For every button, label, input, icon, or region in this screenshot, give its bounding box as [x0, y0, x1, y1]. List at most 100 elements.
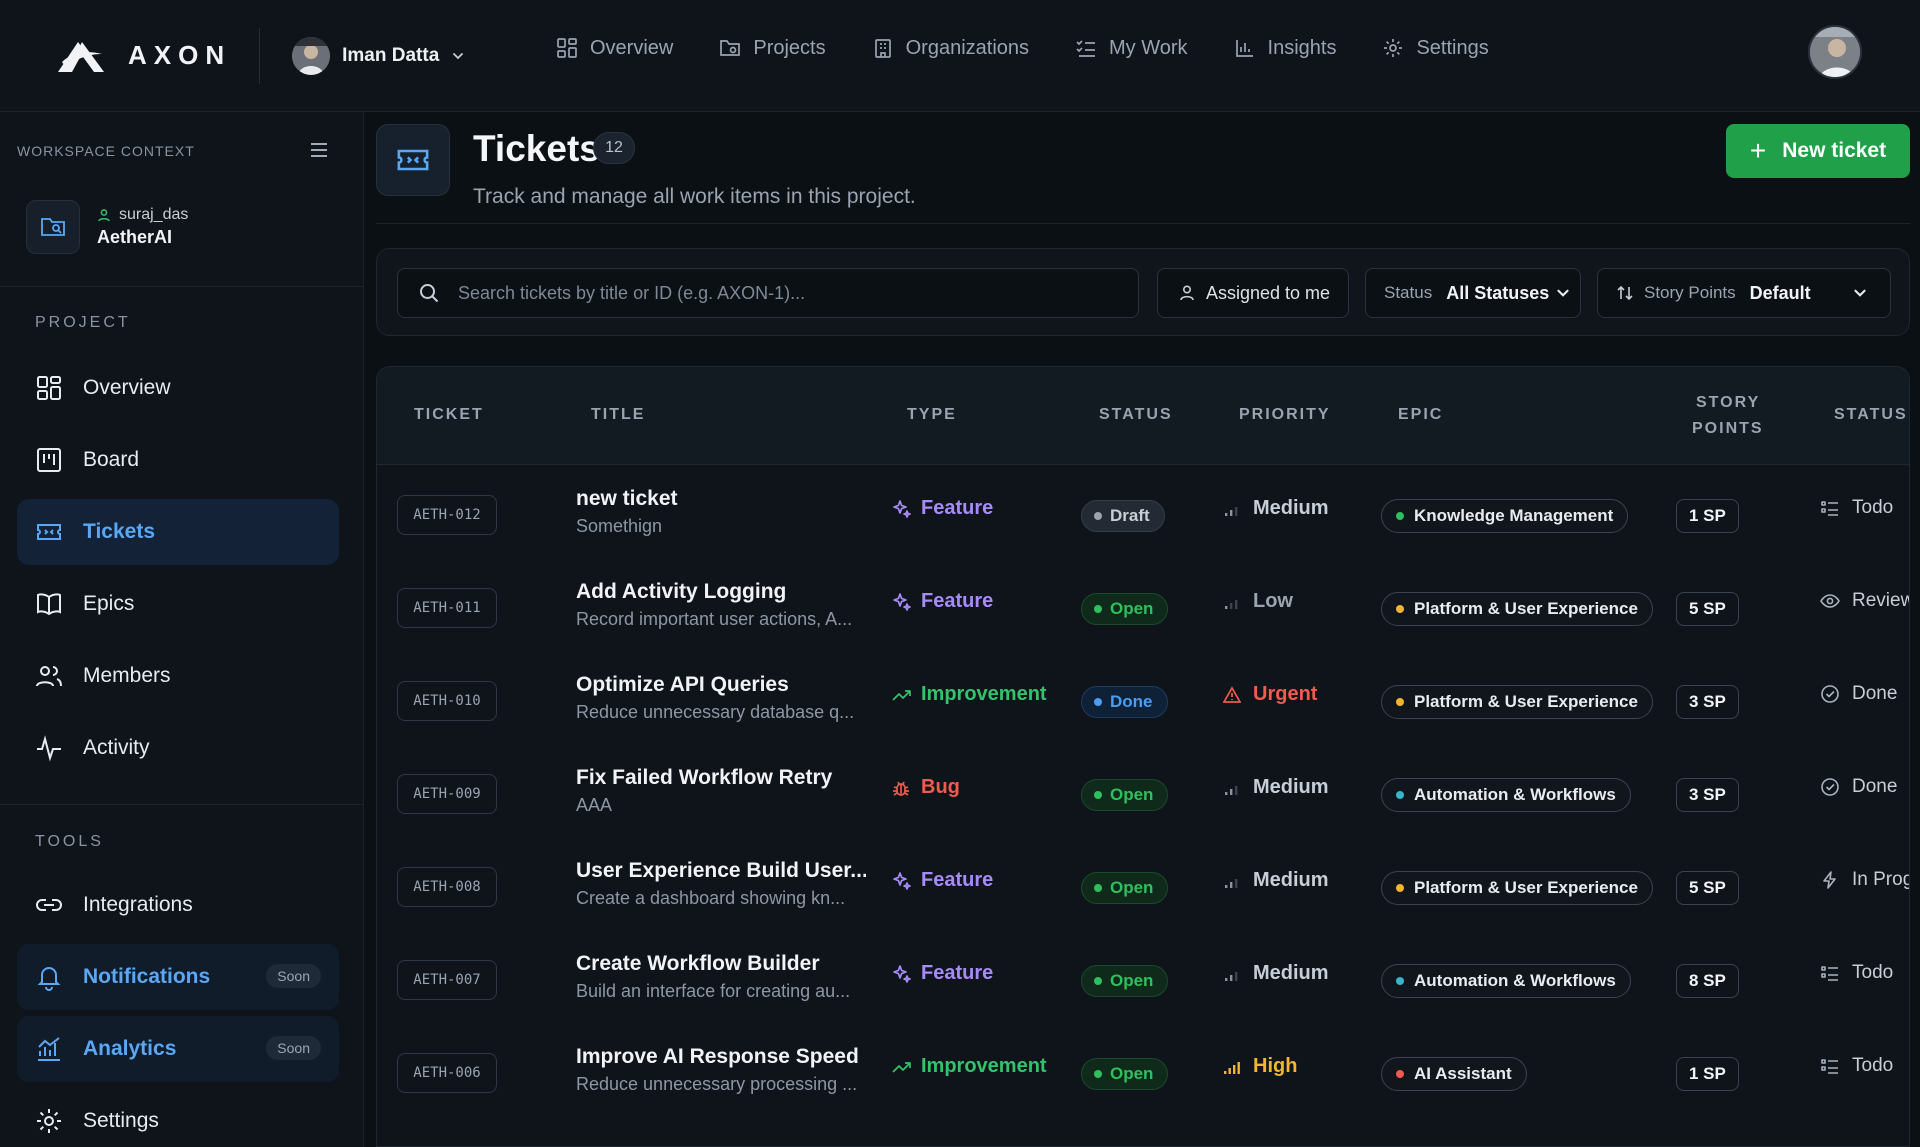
analytics-icon [38, 1037, 60, 1061]
sidebar-item-overview[interactable]: Overview [17, 355, 339, 421]
nav-overview[interactable]: Overview [556, 37, 673, 60]
epic-badge[interactable]: Platform & User Experience [1381, 685, 1653, 719]
column-header-status[interactable]: STATUS [1099, 406, 1173, 424]
table-row[interactable]: AETH-010 Optimize API Queries Reduce unn… [377, 651, 1909, 744]
table-row[interactable]: AETH-011 Add Activity Logging Record imp… [377, 558, 1909, 651]
new-ticket-button[interactable]: + New ticket [1726, 124, 1910, 178]
ticket-type-label: Feature [921, 497, 994, 519]
sidebar-item-label: Board [83, 448, 140, 471]
sidebar-item-label: Integrations [83, 893, 193, 916]
status-badge[interactable]: Done [1081, 686, 1168, 718]
status-badge[interactable]: Open [1081, 779, 1169, 811]
nav-settings[interactable]: Settings [1382, 37, 1489, 60]
user-switcher[interactable]: Iman Datta [292, 36, 465, 75]
ticket-id[interactable]: AETH-009 [397, 774, 497, 814]
sidebar-item-label: Notifications [83, 965, 211, 988]
status-badge[interactable]: Open [1081, 593, 1169, 625]
profile-avatar[interactable] [1808, 25, 1862, 79]
table-row[interactable]: AETH-009 Fix Failed Workflow Retry AAA B… [377, 744, 1909, 837]
ticket-title[interactable]: Fix Failed Workflow Retry [576, 766, 866, 790]
sidebar-item-analytics[interactable]: Analytics Soon [17, 1016, 339, 1082]
nav-insights[interactable]: Insights [1234, 37, 1336, 60]
ticket-type: Feature [891, 869, 993, 892]
status-filter[interactable]: Status All Statuses [1365, 268, 1581, 318]
status-badge[interactable]: Open [1081, 872, 1169, 904]
sidebar-item-activity[interactable]: Activity [17, 715, 339, 781]
ticket-type: Bug [891, 776, 960, 799]
ticket-title[interactable]: new ticket [576, 487, 866, 511]
ticket-id[interactable]: AETH-007 [397, 960, 497, 1000]
status-badge[interactable]: Draft [1081, 500, 1165, 532]
activity-icon [37, 735, 61, 762]
story-points-badge: 5 SP [1676, 592, 1739, 626]
ticket-title[interactable]: Optimize API Queries [576, 673, 866, 697]
ticket-id[interactable]: AETH-010 [397, 681, 497, 721]
table-row[interactable]: AETH-006 Improve AI Response Speed Reduc… [377, 1023, 1909, 1116]
ticket-title[interactable]: Improve AI Response Speed [576, 1045, 866, 1069]
sidebar-item-board[interactable]: Board [17, 427, 339, 493]
column-header-epic[interactable]: EPIC [1398, 406, 1443, 424]
sidebar-item-label: Tickets [83, 520, 155, 543]
nav-my-work[interactable]: My Work [1075, 37, 1188, 60]
workflow-status[interactable]: Todo [1820, 962, 1893, 984]
brand[interactable]: AXON [54, 36, 231, 76]
ticket-id[interactable]: AETH-011 [397, 588, 497, 628]
sidebar-item-members[interactable]: Members [17, 643, 339, 709]
sidebar-item-integrations[interactable]: Integrations [17, 872, 339, 938]
epic-badge[interactable]: Knowledge Management [1381, 499, 1629, 533]
epic-badge[interactable]: Automation & Workflows [1381, 778, 1631, 812]
status-badge[interactable]: Open [1081, 1058, 1169, 1090]
story-points-label: Story Points [1644, 283, 1736, 302]
user-icon [98, 209, 110, 222]
ticket-id[interactable]: AETH-006 [397, 1053, 497, 1093]
check-circle-icon [1821, 685, 1839, 703]
column-header-ticket[interactable]: TICKET [414, 406, 484, 424]
sidebar-item-tickets[interactable]: Tickets [17, 499, 339, 565]
epic-badge[interactable]: Platform & User Experience [1381, 871, 1653, 905]
sidebar-item-settings[interactable]: Settings [17, 1088, 339, 1147]
ticket-id[interactable]: AETH-012 [397, 495, 497, 535]
workflow-status[interactable]: Review [1820, 590, 1909, 612]
menu-icon[interactable] [309, 140, 329, 160]
ticket-id[interactable]: AETH-008 [397, 867, 497, 907]
status-badge[interactable]: Open [1081, 965, 1169, 997]
signal-medium-icon [1225, 506, 1238, 516]
search-box[interactable] [397, 268, 1139, 318]
assigned-to-me-filter[interactable]: Assigned to me [1157, 268, 1349, 318]
workflow-status[interactable]: Done [1820, 776, 1897, 798]
epic-badge[interactable]: Platform & User Experience [1381, 592, 1653, 626]
epic-badge[interactable]: AI Assistant [1381, 1057, 1527, 1091]
workflow-status[interactable]: Todo [1820, 497, 1893, 519]
column-header-priority[interactable]: PRIORITY [1239, 406, 1331, 424]
column-header-story-points[interactable]: STORY POINTS [1692, 394, 1764, 438]
assigned-label: Assigned to me [1206, 282, 1331, 303]
kanban-icon [37, 448, 61, 472]
ticket-title[interactable]: Create Workflow Builder [576, 952, 866, 976]
workflow-status[interactable]: Done [1820, 683, 1897, 705]
column-header-title[interactable]: TITLE [591, 406, 645, 424]
workflow-status[interactable]: Todo [1820, 1055, 1893, 1077]
epic-label: Automation & Workflows [1414, 971, 1616, 990]
workflow-status[interactable]: In Prog [1820, 869, 1910, 891]
sidebar-item-epics[interactable]: Epics [17, 571, 339, 637]
table-row[interactable]: AETH-012 new ticket Somethign Feature Dr… [377, 465, 1909, 558]
search-input[interactable] [458, 282, 1118, 304]
epic-dot [1396, 1070, 1404, 1078]
sidebar-item-notifications[interactable]: Notifications Soon [17, 944, 339, 1010]
workspace-context-label: WORKSPACE CONTEXT [17, 143, 195, 159]
column-header-workflow-status[interactable]: STATUS [1834, 406, 1908, 424]
column-header-type[interactable]: TYPE [907, 406, 957, 424]
table-row[interactable]: AETH-008 User Experience Build User... C… [377, 837, 1910, 930]
ticket-title[interactable]: Add Activity Logging [576, 580, 866, 604]
story-points-sort[interactable]: Story Points Default [1597, 268, 1891, 318]
ticket-priority: Medium [1223, 869, 1329, 892]
ticket-title[interactable]: User Experience Build User... [576, 859, 866, 883]
epic-badge[interactable]: Automation & Workflows [1381, 964, 1631, 998]
workspace-card[interactable]: suraj_das AetherAI [26, 200, 188, 254]
nav-projects[interactable]: Projects [719, 37, 826, 60]
status-label: Open [1110, 878, 1154, 897]
table-row[interactable]: AETH-007 Create Workflow Builder Build a… [377, 930, 1909, 1023]
soon-badge: Soon [266, 1036, 321, 1060]
nav-organizations[interactable]: Organizations [872, 37, 1029, 60]
workflow-status-label: In Prog [1852, 869, 1910, 890]
